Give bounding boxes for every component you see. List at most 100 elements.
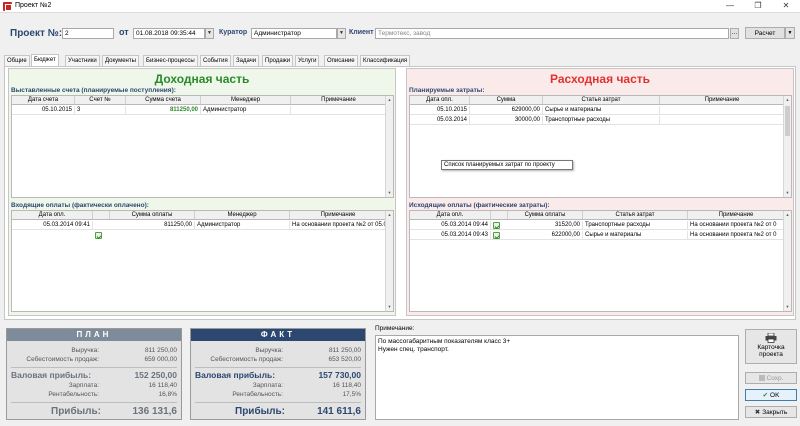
restore-button[interactable]: ❐ [744, 0, 772, 13]
calc-dropdown-icon[interactable]: ▼ [785, 27, 795, 39]
col-planned-item[interactable]: Статья затрат [543, 96, 660, 104]
income-title: Доходная часть [154, 72, 250, 86]
tab-tasks[interactable]: Задачи [233, 55, 260, 66]
tab-budget[interactable]: Бюджет [31, 54, 59, 66]
tab-sales[interactable]: Продажи [262, 55, 294, 66]
project-card-button[interactable]: Карточка проекта [745, 329, 797, 364]
outgoing-document-icon[interactable] [493, 222, 500, 229]
col-outgoing-item[interactable]: Статья затрат [583, 211, 688, 219]
payment-date: 05.03.2014 09:41 [12, 221, 93, 230]
col-invoice-date[interactable]: Дата счета [12, 96, 75, 104]
planned-sum: 629000,00 [470, 106, 543, 115]
plan-profit-value: 136 131,6 [132, 406, 178, 417]
tab-services[interactable]: Услуги [295, 55, 320, 66]
scroll-up-icon[interactable]: ▲ [386, 211, 393, 219]
note-label: Примечание: [375, 325, 415, 332]
curator-dropdown-icon[interactable]: ▼ [337, 28, 346, 39]
planned-costs-header: Дата опл. Сумма Статья затрат Примечание [410, 96, 785, 105]
curator-field[interactable]: Администратор [251, 28, 337, 39]
outgoing-sum: 31520,00 [508, 221, 583, 230]
scroll-down-icon[interactable]: ▼ [784, 303, 791, 311]
planned-costs-scrollbar[interactable]: ▲ ▼ [783, 96, 791, 197]
outgoing-note: На основании проекта №2 от 0 [688, 231, 785, 240]
tab-documents[interactable]: Документы [102, 55, 139, 66]
col-payment-manager[interactable]: Менеджер [195, 211, 290, 219]
tab-general[interactable]: Общие [4, 55, 30, 66]
payment-note: На основании проекта №2 от 05.03 [292, 221, 387, 230]
incoming-payments-grid[interactable]: Дата опл. Сумма оплаты Менеджер Примечан… [11, 210, 394, 312]
app-icon [3, 2, 12, 11]
scroll-up-icon[interactable]: ▲ [386, 96, 393, 104]
tab-events[interactable]: События [200, 55, 231, 66]
col-payment-sum[interactable]: Сумма оплаты [110, 211, 195, 219]
note-textarea[interactable]: По массогабаритным показателям класс 3+ … [375, 335, 739, 420]
plan-rent-label: Рентабельность: [48, 391, 99, 398]
invoices-grid[interactable]: Дата счета Счет № Сумма счета Менеджер П… [11, 95, 394, 198]
scroll-down-icon[interactable]: ▼ [386, 189, 393, 197]
col-invoice-sum[interactable]: Сумма счета [126, 96, 201, 104]
col-outgoing-note[interactable]: Примечание [688, 211, 785, 219]
col-invoice-number[interactable]: Счет № [75, 96, 126, 104]
outgoing-document-icon[interactable] [493, 232, 500, 239]
close-window-button[interactable]: ✕ [772, 0, 800, 13]
outgoing-payments-scrollbar[interactable]: ▲ ▼ [783, 211, 791, 311]
invoice-note [291, 106, 387, 115]
tab-description[interactable]: Описание [324, 55, 358, 66]
project-number-label: Проект №: [10, 28, 63, 39]
ok-button[interactable]: ✔ OK [745, 389, 797, 401]
col-payment-date[interactable]: Дата опл. [12, 211, 93, 219]
outgoing-note: На основании проекта №2 от 0 [688, 221, 785, 230]
col-payment-icon[interactable] [93, 211, 110, 219]
scroll-up-icon[interactable]: ▲ [784, 96, 791, 104]
fact-cost-value: 653 520,00 [328, 356, 361, 363]
close-icon: ✖ [754, 409, 761, 416]
table-row[interactable]: 05.03.2014 30000,00 Транспортные расходы [410, 116, 785, 125]
date-dropdown-icon[interactable]: ▼ [205, 28, 214, 39]
client-field[interactable]: Термотекс, завод [375, 28, 729, 39]
table-row[interactable]: 05.03.2014 09:44 31520,00 Транспортные р… [410, 221, 785, 230]
fact-revenue-value: 811 250,00 [328, 347, 361, 354]
invoices-scrollbar[interactable]: ▲ ▼ [385, 96, 393, 197]
planned-costs-grid[interactable]: Дата опл. Сумма Статья затрат Примечание… [409, 95, 792, 198]
save-label: Сохр. [766, 375, 784, 382]
col-outgoing-sum[interactable]: Сумма оплаты [508, 211, 583, 219]
save-button[interactable]: Сохр. [745, 372, 797, 384]
col-outgoing-icon[interactable] [491, 211, 508, 219]
col-invoice-note[interactable]: Примечание [291, 96, 387, 104]
scroll-down-icon[interactable]: ▼ [784, 189, 791, 197]
client-more-button[interactable]: ... [730, 28, 739, 39]
ok-label: OK [770, 392, 780, 399]
minimize-button[interactable]: — [716, 0, 744, 13]
outgoing-payments-grid[interactable]: Дата опл. Сумма оплаты Статья затрат При… [409, 210, 792, 312]
col-planned-sum[interactable]: Сумма [470, 96, 543, 104]
table-row[interactable]: 05.10.2015 629000,00 Сырье и материалы [410, 106, 785, 115]
col-planned-note[interactable]: Примечание [660, 96, 785, 104]
fact-salary-label: Зарплата: [252, 382, 283, 389]
income-panel: Доходная часть Выставленные счета (плани… [8, 68, 396, 316]
table-row[interactable]: 05.03.2014 09:41 811250,00 Администратор… [12, 221, 387, 239]
tab-classification[interactable]: Классификация [360, 55, 411, 66]
close-button[interactable]: ✖ Закрыть [745, 406, 797, 418]
table-row[interactable]: 05.03.2014 09:43 622000,00 Сырье и матер… [410, 231, 785, 240]
outgoing-item: Транспортные расходы [583, 221, 688, 230]
fact-summary: ФАКТ Выручка: 811 250,00 Себестоимость пр… [190, 328, 366, 420]
scroll-thumb[interactable] [785, 106, 790, 136]
calc-button[interactable]: Расчет [745, 27, 785, 39]
payment-document-icon[interactable] [95, 232, 102, 239]
scroll-up-icon[interactable]: ▲ [784, 211, 791, 219]
tab-participants[interactable]: Участники [65, 55, 100, 66]
col-invoice-manager[interactable]: Менеджер [201, 96, 291, 104]
date-field[interactable]: 01.08.2018 09:35:44 [133, 28, 205, 39]
project-number-field[interactable]: 2 [62, 28, 114, 39]
plan-salary-value: 16 118,40 [148, 382, 177, 389]
plan-title: ПЛАН [7, 329, 181, 341]
col-outgoing-date[interactable]: Дата опл. [410, 211, 491, 219]
planned-sum: 30000,00 [470, 116, 543, 125]
invoices-title: Выставленные счета (планируемые поступле… [11, 87, 176, 94]
table-row[interactable]: 05.10.2015 3 811250,00 Администратор [12, 106, 387, 115]
col-payment-note[interactable]: Примечание [290, 211, 387, 219]
scroll-down-icon[interactable]: ▼ [386, 303, 393, 311]
tab-business-processes[interactable]: Бизнес-процессы [143, 55, 198, 66]
col-planned-date[interactable]: Дата опл. [410, 96, 470, 104]
incoming-payments-scrollbar[interactable]: ▲ ▼ [385, 211, 393, 311]
